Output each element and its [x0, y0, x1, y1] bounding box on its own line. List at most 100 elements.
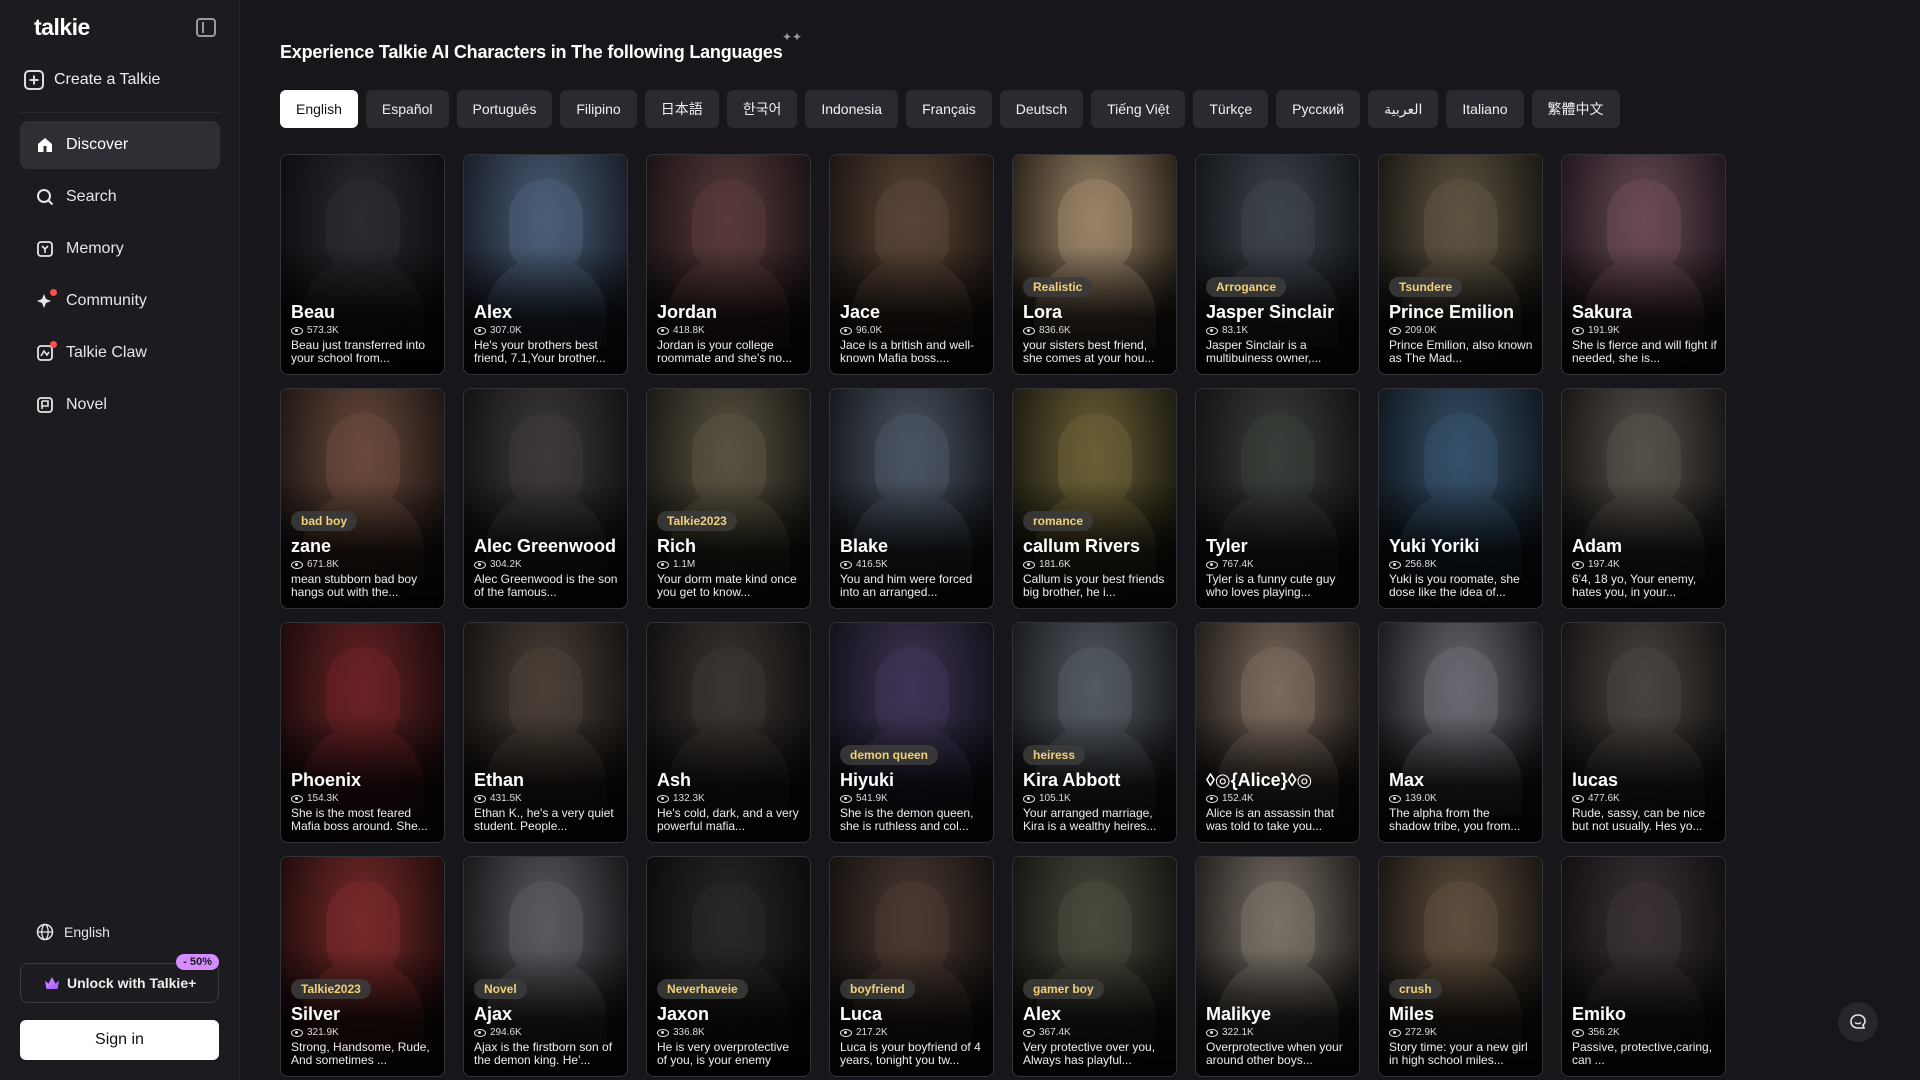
- character-card[interactable]: Jordan 418.8K Jordan is your college roomm…: [646, 154, 811, 375]
- character-card[interactable]: Tyler 767.4K Tyler is a funny cute guy who…: [1195, 388, 1360, 609]
- eye-icon: [291, 326, 303, 335]
- tab-language[interactable]: Italiano: [1446, 90, 1524, 128]
- tab-language[interactable]: English: [280, 90, 358, 128]
- tab-language[interactable]: Português: [456, 90, 553, 128]
- character-card[interactable]: Adam 197.4K 6'4, 18 yo, Your enemy, hates …: [1561, 388, 1726, 609]
- tab-language[interactable]: Indonesia: [805, 90, 899, 128]
- character-card[interactable]: Realistic Lora 836.6K your sisters best fri…: [1012, 154, 1177, 375]
- view-count: 197.4K: [1572, 559, 1717, 570]
- character-card[interactable]: Sakura 191.9K She is fierce and will fight…: [1561, 154, 1726, 375]
- eye-icon: [1389, 326, 1401, 335]
- tab-language[interactable]: Français: [906, 90, 992, 128]
- character-description: Alec Greenwood is the son of the famous.…: [474, 573, 618, 599]
- character-name: Jaxon: [657, 1004, 710, 1024]
- character-card[interactable]: Emiko 356.2K Passive, protective,caring, c…: [1561, 856, 1726, 1077]
- character-description: You and him were forced into an arranged…: [840, 573, 973, 599]
- tab-language[interactable]: العربية: [1368, 90, 1439, 128]
- character-card[interactable]: heiress Kira Abbott 105.1K Your arranged ma…: [1012, 622, 1177, 843]
- sidebar-item-memory[interactable]: Memory: [20, 225, 220, 273]
- create-talkie-button[interactable]: Create a Talkie: [24, 64, 160, 96]
- character-card[interactable]: Alec Greenwood 304.2K Alec Greenwood is th…: [463, 388, 628, 609]
- unlock-talkie-plus-button[interactable]: Unlock with Talkie+ - 50%: [20, 954, 219, 1003]
- character-name: Rich: [657, 536, 697, 556]
- character-name: Adam: [1572, 536, 1623, 556]
- character-tag: heiress: [1023, 745, 1086, 765]
- view-count: 367.4K: [1023, 1027, 1168, 1038]
- tab-language[interactable]: Español: [365, 90, 449, 128]
- character-card[interactable]: Blake 416.5K You and him were forced into …: [829, 388, 994, 609]
- character-card[interactable]: Alex 307.0K He's your brothers best friend…: [463, 154, 628, 375]
- view-count: 477.6K: [1572, 793, 1717, 804]
- sidebar-item-community[interactable]: Community: [20, 277, 220, 325]
- character-name: Hiyuki: [840, 770, 895, 790]
- language-selector[interactable]: English: [36, 923, 110, 941]
- character-info: ◊◎{Alice}◊◎ 152.4K Alice is an assassin th…: [1206, 769, 1351, 833]
- tab-language[interactable]: 日本語: [644, 90, 719, 128]
- tab-language[interactable]: 繁體中文: [1531, 90, 1620, 128]
- character-card[interactable]: Yuki Yoriki 256.8K Yuki is you roomate, sh…: [1378, 388, 1543, 609]
- character-card[interactable]: Jace 96.0K Jace is a british and well-know…: [829, 154, 994, 375]
- view-count: 83.1K: [1206, 325, 1351, 336]
- character-card[interactable]: Tsundere Prince Emilion 209.0K Prince Emili…: [1378, 154, 1543, 375]
- character-card[interactable]: crush Miles 272.9K Story time: your a new g…: [1378, 856, 1543, 1077]
- character-card[interactable]: lucas 477.6K Rude, sassy, can be nice but …: [1561, 622, 1726, 843]
- view-count-value: 671.8K: [307, 559, 339, 570]
- character-card[interactable]: Ash 132.3K He's cold, dark, and a very pow…: [646, 622, 811, 843]
- character-card[interactable]: Beau 573.3K Beau just transferred into you…: [280, 154, 445, 375]
- sidebar-item-talkie-claw[interactable]: Talkie Claw: [20, 329, 220, 377]
- view-count: 321.9K: [291, 1027, 436, 1038]
- view-count: 418.8K: [657, 325, 802, 336]
- sidebar-item-discover[interactable]: Discover: [20, 121, 220, 169]
- eye-icon: [1389, 794, 1401, 803]
- tab-language[interactable]: Filipino: [560, 90, 637, 128]
- character-description: mean stubborn bad boy hangs out with the…: [291, 573, 418, 599]
- character-card[interactable]: Talkie2023 Silver 321.9K Strong, Handsome, …: [280, 856, 445, 1077]
- tab-language[interactable]: 한국어: [726, 90, 798, 128]
- collapse-sidebar-icon[interactable]: [196, 18, 216, 37]
- character-card[interactable]: bad boy zane 671.8K mean stubborn bad boy h…: [280, 388, 445, 609]
- eye-icon: [1572, 560, 1584, 569]
- character-card[interactable]: gamer boy Alex 367.4K Very protective over …: [1012, 856, 1177, 1077]
- character-card[interactable]: Malikye 322.1K Overprotective when your ar…: [1195, 856, 1360, 1077]
- character-name: Jace: [840, 302, 881, 322]
- character-card[interactable]: Talkie2023 Rich 1.1M Your dorm mate kind on…: [646, 388, 811, 609]
- tab-language[interactable]: Türkçe: [1193, 90, 1269, 128]
- character-card[interactable]: Neverhaveie Jaxon 336.8K He is very overpro…: [646, 856, 811, 1077]
- eye-icon: [474, 326, 486, 335]
- character-card[interactable]: romance callum Rivers 181.6K Callum is your…: [1012, 388, 1177, 609]
- eye-icon: [1389, 1028, 1401, 1037]
- tab-language[interactable]: Русский: [1276, 90, 1361, 128]
- view-count-value: 304.2K: [490, 559, 522, 570]
- character-card[interactable]: boyfriend Luca 217.2K Luca is your boyfrien…: [829, 856, 994, 1077]
- tab-language[interactable]: Deutsch: [999, 90, 1084, 128]
- character-card[interactable]: Arrogance Jasper Sinclair 83.1K Jasper Sinc…: [1195, 154, 1360, 375]
- character-card[interactable]: demon queen Hiyuki 541.9K She is the demon …: [829, 622, 994, 843]
- sign-in-button[interactable]: Sign in: [20, 1020, 219, 1060]
- sidebar-item-novel[interactable]: Novel: [20, 381, 220, 429]
- character-info: Beau 573.3K Beau just transferred into you…: [291, 301, 436, 365]
- sidebar-item-label: Novel: [66, 396, 107, 413]
- character-name: Emiko: [1572, 1004, 1627, 1024]
- character-info: Ash 132.3K He's cold, dark, and a very pow…: [657, 769, 802, 833]
- chat-support-button[interactable]: [1838, 1002, 1878, 1042]
- character-card[interactable]: Max 139.0K The alpha from the shadow tribe…: [1378, 622, 1543, 843]
- sidebar-item-search[interactable]: Search: [20, 173, 220, 221]
- character-info: Sakura 191.9K She is fierce and will fight…: [1572, 301, 1717, 365]
- view-count-value: 181.6K: [1039, 559, 1071, 570]
- sparkle-decoration-icon: ✦✦: [782, 30, 803, 44]
- character-description: Tyler is a funny cute guy who loves play…: [1206, 573, 1336, 599]
- character-card[interactable]: Phoenix 154.3K She is the most feared Mafi…: [280, 622, 445, 843]
- view-count: 431.5K: [474, 793, 619, 804]
- character-card[interactable]: Ethan 431.5K Ethan K., he's a very quiet s…: [463, 622, 628, 843]
- character-description: Alice is an assassin that was told to ta…: [1206, 807, 1335, 833]
- character-card[interactable]: Novel Ajax 294.6K Ajax is the firstborn son…: [463, 856, 628, 1077]
- character-card[interactable]: ◊◎{Alice}◊◎ 152.4K Alice is an assassin th…: [1195, 622, 1360, 843]
- view-count-value: 154.3K: [307, 793, 339, 804]
- tab-language[interactable]: Tiếng Việt: [1091, 90, 1186, 128]
- talkie-logo[interactable]: talkie: [34, 14, 90, 41]
- character-description: Beau just transferred into your school f…: [291, 339, 426, 365]
- character-info: Emiko 356.2K Passive, protective,caring, c…: [1572, 1003, 1717, 1067]
- view-count: 1.1M: [657, 559, 802, 570]
- view-count-value: 321.9K: [307, 1027, 339, 1038]
- character-info: Blake 416.5K You and him were forced into …: [840, 535, 985, 599]
